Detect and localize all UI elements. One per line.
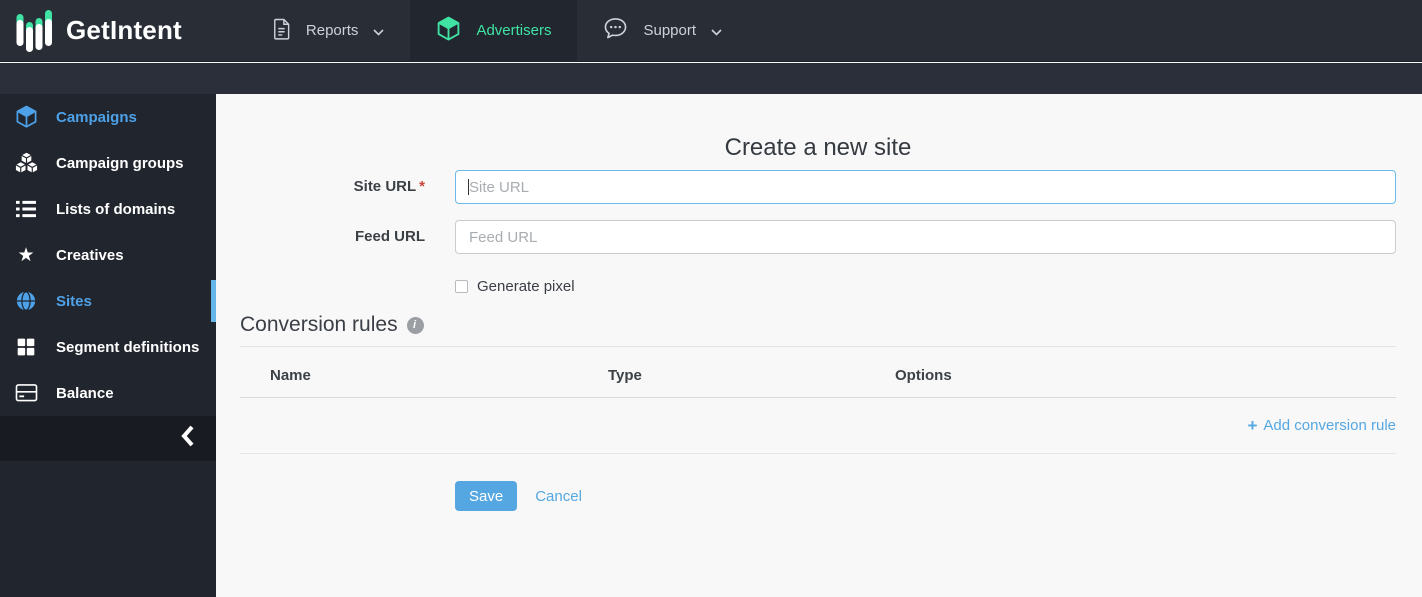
generate-pixel-checkbox[interactable]: [455, 280, 468, 293]
sidebar-item-lists-of-domains[interactable]: Lists of domains: [0, 186, 216, 232]
feed-url-input[interactable]: [455, 220, 1396, 254]
nav-item-label: Advertisers: [476, 22, 552, 39]
add-rule-row: + Add conversion rule: [240, 398, 1396, 454]
conversion-rules-header: Conversion rules i: [240, 313, 1396, 337]
feed-url-row: Feed URL: [240, 220, 1396, 254]
cubes-icon: [13, 151, 39, 175]
sidebar-item-label: Balance: [56, 384, 114, 402]
sidebar-item-sites[interactable]: Sites: [0, 278, 216, 324]
save-button[interactable]: Save: [455, 481, 518, 511]
sidebar-item-label: Campaign groups: [56, 154, 184, 172]
globe-icon: [13, 290, 39, 312]
site-url-row: Site URL *: [240, 170, 1396, 204]
sidebar-item-campaign-groups[interactable]: Campaign groups: [0, 140, 216, 186]
top-navbar: GetIntent Reports Advertisers Support: [0, 0, 1422, 62]
generate-pixel-row: Generate pixel: [455, 278, 1396, 295]
required-asterisk: *: [419, 178, 425, 195]
nav-item-advertisers[interactable]: Advertisers: [410, 0, 578, 62]
site-url-input-wrap: [455, 170, 1396, 204]
generate-pixel-label[interactable]: Generate pixel: [477, 278, 575, 295]
card-icon: [13, 383, 39, 403]
feed-url-input-wrap: [455, 220, 1396, 254]
brand-name: GetIntent: [66, 15, 182, 45]
section-divider: [240, 346, 1396, 347]
sidebar: Campaigns Campaign groups Lists of domai…: [0, 94, 216, 597]
cancel-link[interactable]: Cancel: [535, 488, 582, 505]
secondary-bar: [0, 63, 1422, 94]
plus-icon: +: [1247, 415, 1258, 435]
sidebar-item-segment-definitions[interactable]: Segment definitions: [0, 324, 216, 370]
grid-icon: [13, 337, 39, 357]
page-title: Create a new site: [724, 134, 912, 161]
site-url-label: Site URL *: [353, 178, 425, 195]
list-icon: [13, 199, 39, 219]
cube-icon: [436, 16, 461, 46]
nav-item-label: Support: [643, 22, 697, 39]
info-icon[interactable]: i: [406, 316, 424, 334]
chevron-left-icon: [181, 425, 194, 452]
nav-menu: Reports Advertisers Support: [246, 0, 748, 62]
chevron-down-icon: [373, 23, 385, 40]
conversion-rules-title: Conversion rules: [240, 313, 398, 336]
sidebar-item-label: Sites: [56, 292, 92, 310]
add-conversion-rule-label: Add conversion rule: [1263, 417, 1396, 434]
nav-item-reports[interactable]: Reports: [246, 0, 411, 62]
site-url-input[interactable]: [455, 170, 1396, 204]
feed-url-label: Feed URL: [354, 228, 425, 245]
nav-item-support[interactable]: Support: [577, 0, 748, 62]
sidebar-item-campaigns[interactable]: Campaigns: [0, 94, 216, 140]
column-header-type: Type: [608, 367, 642, 384]
main-content: Create a new site Site URL* Feed URL Gen…: [216, 94, 1422, 597]
cube-icon: [13, 105, 39, 129]
create-site-form: Site URL* Feed URL Generate pixel: [240, 170, 1396, 295]
brand-logo[interactable]: GetIntent: [0, 8, 182, 54]
equalizer-bars-icon: [15, 8, 55, 54]
sidebar-item-balance[interactable]: Balance: [0, 370, 216, 416]
star-icon: ★: [17, 244, 35, 266]
sidebar-item-label: Campaigns: [56, 108, 137, 126]
column-header-name: Name: [270, 367, 311, 384]
sidebar-item-label: Lists of domains: [56, 200, 176, 218]
add-conversion-rule-link[interactable]: + Add conversion rule: [1247, 416, 1396, 436]
form-actions: Save Cancel: [455, 481, 1396, 511]
chevron-down-icon: [711, 23, 722, 40]
table-header-row: Name Type Options: [240, 367, 1396, 398]
sidebar-item-creatives[interactable]: ★ Creatives: [0, 232, 216, 278]
column-header-options: Options: [895, 367, 952, 384]
conversion-rules-table: Name Type Options + Add conversion rule: [240, 367, 1396, 454]
sidebar-item-label: Segment definitions: [56, 338, 200, 356]
sidebar-item-label: Creatives: [56, 246, 124, 264]
document-icon: [272, 18, 291, 44]
nav-item-label: Reports: [305, 22, 359, 39]
sidebar-collapse-button[interactable]: [0, 416, 216, 461]
chat-icon: [603, 17, 628, 44]
text-cursor: [468, 179, 469, 195]
